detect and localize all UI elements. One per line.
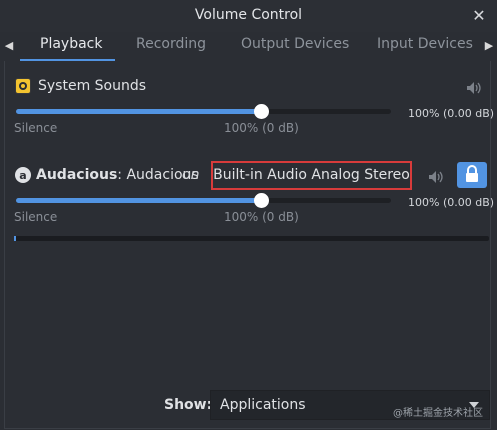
tab-playback[interactable]: Playback [40, 36, 102, 56]
system-sounds-mid-label: 100% (0 dB) [224, 121, 299, 135]
tab-output-devices[interactable]: Output Devices [241, 36, 349, 56]
audacious-volume-knob[interactable] [254, 193, 269, 208]
system-sounds-icon [15, 78, 31, 94]
close-icon[interactable]: ✕ [471, 8, 487, 24]
system-sounds-name: System Sounds [38, 78, 147, 94]
audacious-app-icon: a [15, 167, 31, 183]
audacious-app-name: Audacious [36, 167, 118, 183]
audacious-volume-fill [16, 198, 261, 203]
title-bar: Volume Control ✕ [0, 0, 497, 33]
system-sounds-volume-knob[interactable] [254, 104, 269, 119]
svg-text:a: a [19, 169, 26, 182]
watermark: @稀土掘金技术社区 [393, 408, 483, 419]
system-sounds-volume-slider[interactable] [16, 104, 391, 119]
show-filter-value: Applications [220, 397, 306, 413]
audacious-volume-slider[interactable] [16, 193, 391, 208]
tab-bar: ◀ Playback Recording Output Devices Inpu… [0, 32, 497, 60]
lock-channels-button[interactable] [457, 162, 487, 188]
audacious-volume-value: 100% (0.00 dB) [408, 196, 495, 209]
show-filter-label: Show: [164, 397, 213, 413]
audacious-on-label: on [182, 167, 200, 183]
lock-icon [466, 165, 478, 182]
audacious-stream-title: Audacious: Audacious [36, 167, 199, 183]
audacious-mid-label: 100% (0 dB) [224, 210, 299, 224]
tab-scroll-left-icon[interactable]: ◀ [2, 36, 16, 56]
tab-recording[interactable]: Recording [136, 36, 206, 56]
speaker-icon[interactable] [466, 80, 482, 94]
audacious-level-fill [14, 236, 16, 241]
system-sounds-volume-fill [16, 109, 261, 114]
tab-scroll-right-icon[interactable]: ▶ [482, 36, 496, 56]
window-title: Volume Control [194, 7, 303, 23]
audacious-level-meter [14, 236, 489, 241]
system-sounds-volume-value: 100% (0.00 dB) [408, 107, 495, 120]
mute-speaker-icon[interactable] [428, 169, 444, 183]
system-sounds-silence-label: Silence [14, 121, 58, 135]
audacious-silence-label: Silence [14, 210, 58, 224]
output-device-button[interactable]: Built-in Audio Analog Stereo [211, 161, 412, 190]
tab-input-devices[interactable]: Input Devices [377, 36, 473, 56]
